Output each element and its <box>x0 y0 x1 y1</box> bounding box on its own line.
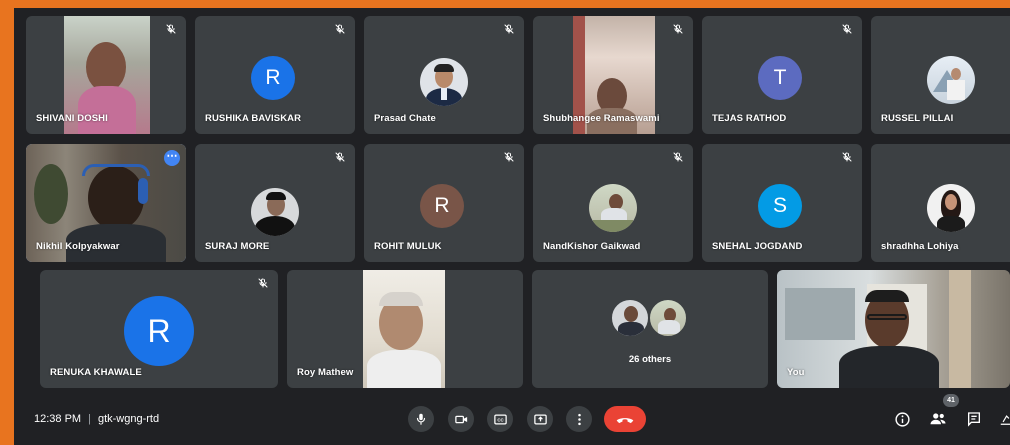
participant-tile-shubhangee[interactable]: Shubhangee Ramaswami <box>533 16 693 134</box>
self-video <box>777 270 1010 388</box>
participant-tile-renuka[interactable]: R RENUKA KHAWALE <box>40 270 278 388</box>
chat-button[interactable] <box>964 409 984 429</box>
participant-tile-snehal[interactable]: S SNEHAL JOGDAND <box>702 144 862 262</box>
participant-tile-prasad[interactable]: Prasad Chate <box>364 16 524 134</box>
mic-off-icon <box>504 152 514 162</box>
captions-button[interactable]: CC <box>487 406 513 432</box>
end-call-icon <box>616 418 634 424</box>
more-options-icon <box>577 413 581 425</box>
svg-text:CC: CC <box>497 417 504 422</box>
participant-tile-rohit[interactable]: R ROHIT MULUK <box>364 144 524 262</box>
participant-tile-shivani[interactable]: SHIVANI DOSHI <box>26 16 186 134</box>
meeting-window: SHIVANI DOSHI R RUSHIKA BAVISKAR Prasad … <box>14 8 1010 445</box>
chat-icon <box>968 412 980 427</box>
participant-name: RENUKA KHAWALE <box>50 367 142 378</box>
others-tile[interactable]: 26 others <box>532 270 768 388</box>
separator: | <box>88 413 91 425</box>
activities-button[interactable] <box>996 409 1010 429</box>
profile-photo-avatar <box>251 188 299 236</box>
participant-tile-nikhil[interactable]: ⋯ Nikhil Kolpyakwar <box>26 144 186 262</box>
participant-name: ROHIT MULUK <box>374 241 442 252</box>
info-icon <box>894 411 910 427</box>
profile-photo-avatar <box>589 184 637 232</box>
mic-off-icon <box>673 152 683 162</box>
profile-photo-avatar <box>927 56 975 104</box>
mic-off-icon <box>842 152 852 162</box>
end-call-button[interactable] <box>604 406 646 432</box>
participant-name: Prasad Chate <box>374 113 436 124</box>
participant-name: NandKishor Gaikwad <box>543 241 641 252</box>
participant-tile-nandkishor[interactable]: NandKishor Gaikwad <box>533 144 693 262</box>
participant-name: RUSSEL PILLAI <box>881 113 954 124</box>
participant-tile-russel[interactable]: RUSSEL PILLAI <box>871 16 1010 134</box>
participant-video <box>363 270 445 388</box>
mic-off-icon <box>258 278 268 288</box>
letter-avatar: R <box>124 296 194 366</box>
microphone-icon <box>416 413 426 425</box>
participant-name: Shubhangee Ramaswami <box>543 113 660 124</box>
participant-name: RUSHIKA BAVISKAR <box>205 113 302 124</box>
microphone-button[interactable] <box>408 406 434 432</box>
mic-off-icon <box>504 24 514 34</box>
others-avatar-2 <box>648 298 688 338</box>
participant-name: Roy Mathew <box>297 367 354 378</box>
participant-name: TEJAS RATHOD <box>712 113 787 124</box>
captions-icon: CC <box>493 414 507 424</box>
mic-off-icon <box>166 24 176 34</box>
participant-tile-tejas[interactable]: T TEJAS RATHOD <box>702 16 862 134</box>
bottom-toolbar: 12:38 PM | gtk-wgng-rtd CC 41 <box>14 394 1010 445</box>
people-button[interactable] <box>928 409 948 429</box>
clock-time: 12:38 PM <box>34 413 82 425</box>
participant-tile-roy[interactable]: Roy Mathew <box>287 270 523 388</box>
activities-icon <box>1000 415 1010 425</box>
participant-name: Nikhil Kolpyakwar <box>36 241 120 252</box>
mic-off-icon <box>673 24 683 34</box>
people-icon <box>930 413 946 425</box>
camera-icon <box>454 415 467 423</box>
more-options-icon[interactable]: ⋯ <box>164 150 180 166</box>
others-count-label: 26 others <box>628 354 672 365</box>
participant-name: shradhha Lohiya <box>881 241 959 252</box>
letter-avatar: R <box>251 56 295 100</box>
profile-photo-avatar <box>420 58 468 106</box>
participant-name: You <box>787 367 805 378</box>
present-icon <box>533 414 547 424</box>
participant-count-badge: 41 <box>943 394 959 407</box>
participant-name: SURAJ MORE <box>205 241 270 252</box>
participant-tile-shradhha[interactable]: shradhha Lohiya <box>871 144 1010 262</box>
more-options-button[interactable] <box>566 406 592 432</box>
participant-tile-suraj[interactable]: SURAJ MORE <box>195 144 355 262</box>
profile-photo-avatar <box>927 184 975 232</box>
letter-avatar: R <box>420 184 464 228</box>
mic-off-icon <box>842 24 852 34</box>
participant-tile-rushika[interactable]: R RUSHIKA BAVISKAR <box>195 16 355 134</box>
others-avatar-1 <box>610 298 650 338</box>
meeting-code: gtk-wgng-rtd <box>97 413 160 425</box>
mic-off-icon <box>335 152 345 162</box>
meeting-info: 12:38 PM | gtk-wgng-rtd <box>34 413 159 425</box>
participant-name: SHIVANI DOSHI <box>36 113 108 124</box>
meeting-details-button[interactable] <box>892 409 912 429</box>
letter-avatar: S <box>758 184 802 228</box>
letter-avatar: T <box>758 56 802 100</box>
self-tile[interactable]: You <box>777 270 1010 388</box>
present-button[interactable] <box>527 406 553 432</box>
camera-button[interactable] <box>448 406 474 432</box>
mic-off-icon <box>335 24 345 34</box>
participant-name: SNEHAL JOGDAND <box>712 241 803 252</box>
